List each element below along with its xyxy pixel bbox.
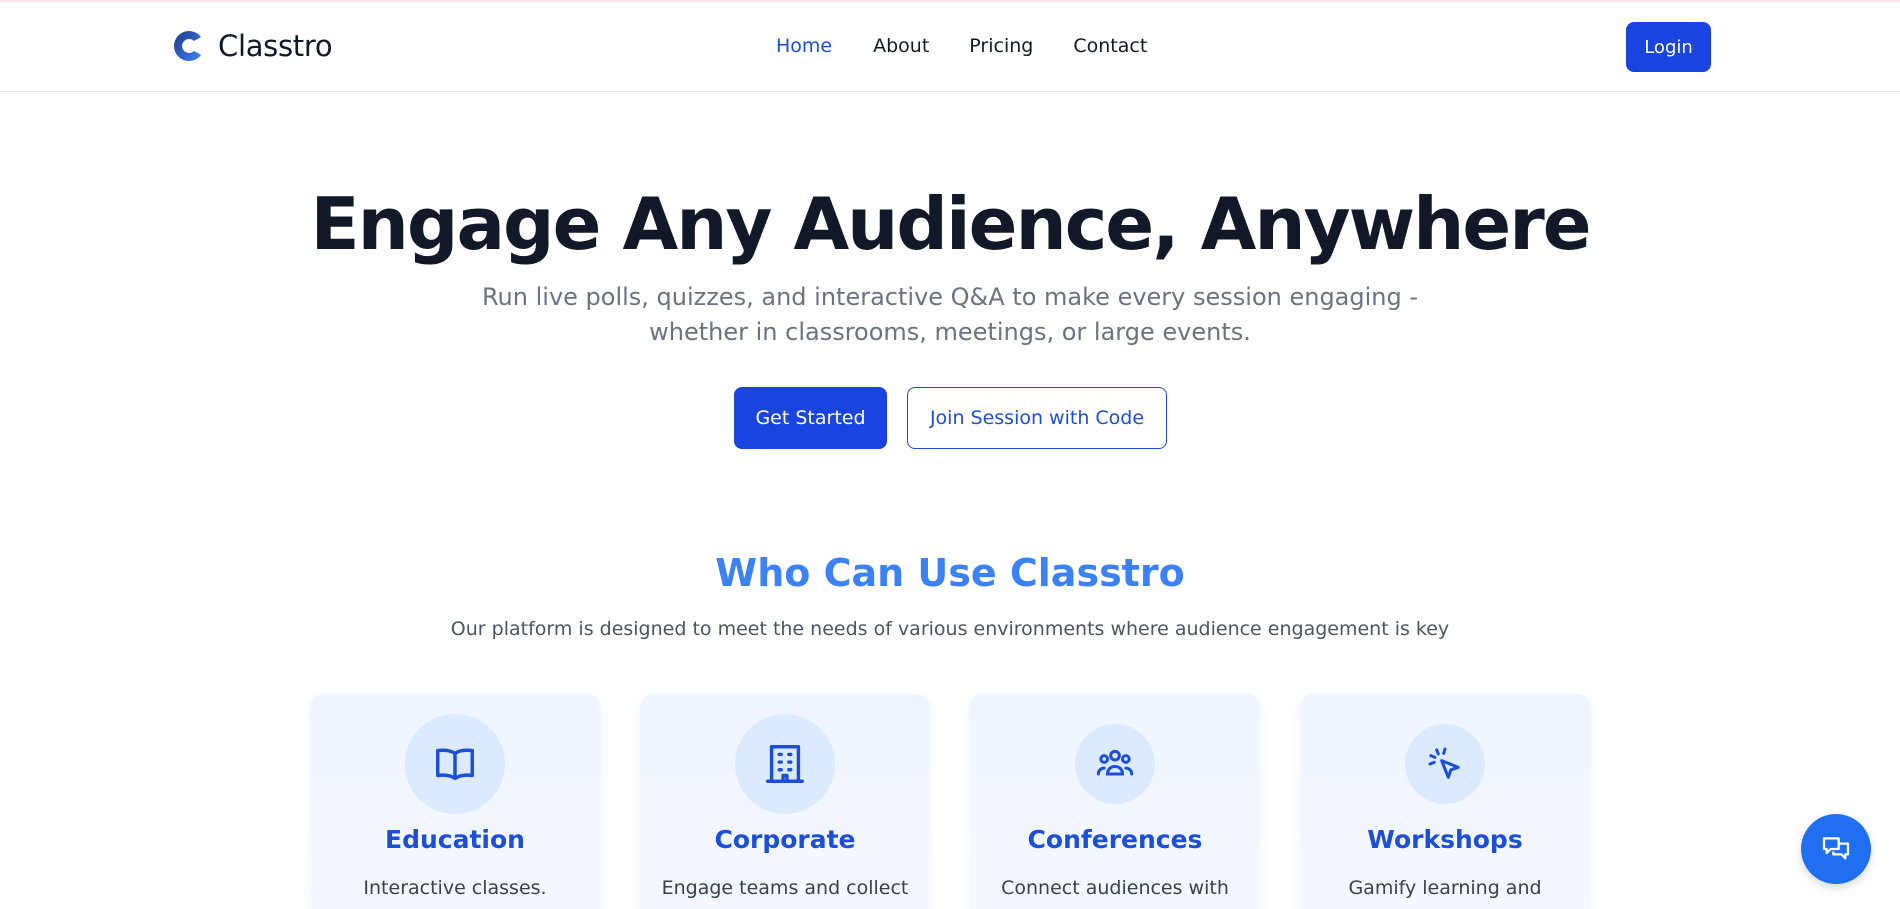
cursor-click-icon [1405,724,1485,804]
card-description: Gamify learning and [1348,877,1542,899]
nav-contact[interactable]: Contact [1073,35,1147,57]
card-title: Corporate [714,825,856,854]
book-open-icon [405,714,505,814]
brand-name: Classtro [218,29,333,63]
login-button[interactable]: Login [1626,22,1711,72]
users-group-icon [1075,724,1155,804]
card-title: Education [385,825,525,854]
card-description: Interactive classes. [363,877,547,899]
chat-button[interactable] [1801,814,1871,884]
nav-about[interactable]: About [873,35,929,57]
nav-pricing[interactable]: Pricing [969,35,1033,57]
audience-card-workshops[interactable]: Workshops Gamify learning and [1300,694,1590,909]
join-session-button[interactable]: Join Session with Code [907,387,1167,449]
building-icon [735,714,835,814]
card-title: Conferences [1027,825,1203,854]
hero-subtitle: Run live polls, quizzes, and interactive… [481,283,1419,346]
classtro-logo-icon [174,31,201,61]
hero-title: Engage Any Audience, Anywhere [310,182,1591,266]
audience-section-title: Who Can Use Classtro [715,551,1185,595]
main-nav: Home About Pricing Contact [776,35,1147,57]
audience-section-subtitle: Our platform is designed to meet the nee… [450,618,1450,640]
audience-card-education[interactable]: Education Interactive classes. [310,694,600,909]
site-header: Classtro Home About Pricing Contact Logi… [0,2,1900,92]
brand-logo[interactable]: Classtro [170,27,333,65]
get-started-button[interactable]: Get Started [734,387,887,449]
audience-card-conferences[interactable]: Conferences Connect audiences with [970,694,1260,909]
card-title: Workshops [1367,825,1523,854]
card-description: Engage teams and collect [661,877,909,899]
card-description: Connect audiences with [1001,877,1229,899]
audience-card-corporate[interactable]: Corporate Engage teams and collect [640,694,930,909]
chat-bubbles-icon [1822,837,1850,860]
nav-home[interactable]: Home [776,35,832,57]
